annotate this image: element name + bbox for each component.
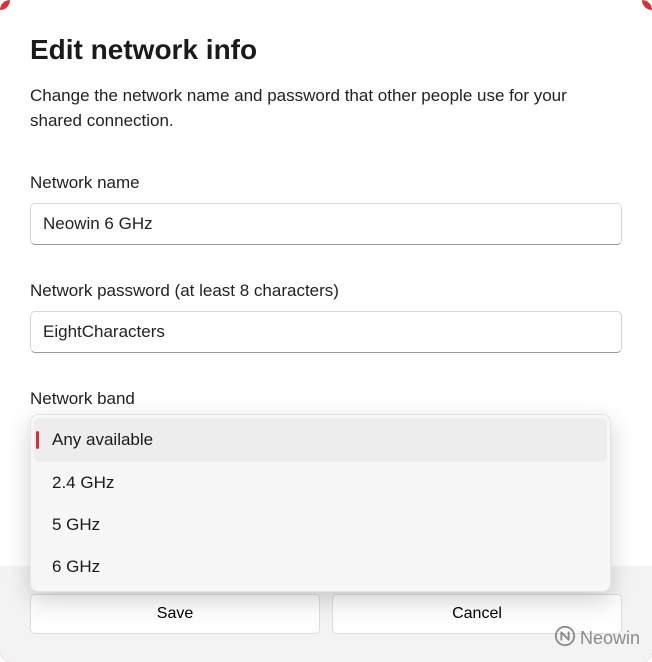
network-password-label: Network password (at least 8 characters): [30, 281, 622, 301]
edit-network-dialog: Edit network info Change the network nam…: [0, 0, 652, 662]
band-option-label: 2.4 GHz: [52, 473, 114, 493]
band-option-6-ghz[interactable]: 6 GHz: [34, 546, 607, 588]
band-option-label: 5 GHz: [52, 515, 100, 535]
network-name-group: Network name: [30, 173, 622, 245]
network-band-dropdown[interactable]: Any available 2.4 GHz 5 GHz 6 GHz: [30, 414, 611, 592]
dialog-subtitle: Change the network name and password tha…: [30, 84, 622, 133]
network-band-group: Network band: [30, 389, 622, 409]
network-password-input[interactable]: [30, 311, 622, 353]
network-password-group: Network password (at least 8 characters): [30, 281, 622, 353]
dialog-content: Edit network info Change the network nam…: [0, 0, 652, 409]
band-option-label: Any available: [52, 430, 153, 450]
band-option-label: 6 GHz: [52, 557, 100, 577]
network-name-input[interactable]: [30, 203, 622, 245]
cancel-button[interactable]: Cancel: [332, 594, 622, 634]
band-option-any-available[interactable]: Any available: [34, 418, 607, 462]
network-band-label: Network band: [30, 389, 622, 409]
band-option-2-4-ghz[interactable]: 2.4 GHz: [34, 462, 607, 504]
save-button[interactable]: Save: [30, 594, 320, 634]
network-name-label: Network name: [30, 173, 622, 193]
band-option-5-ghz[interactable]: 5 GHz: [34, 504, 607, 546]
dialog-title: Edit network info: [30, 34, 622, 66]
save-button-label: Save: [157, 605, 193, 623]
cancel-button-label: Cancel: [452, 605, 502, 623]
